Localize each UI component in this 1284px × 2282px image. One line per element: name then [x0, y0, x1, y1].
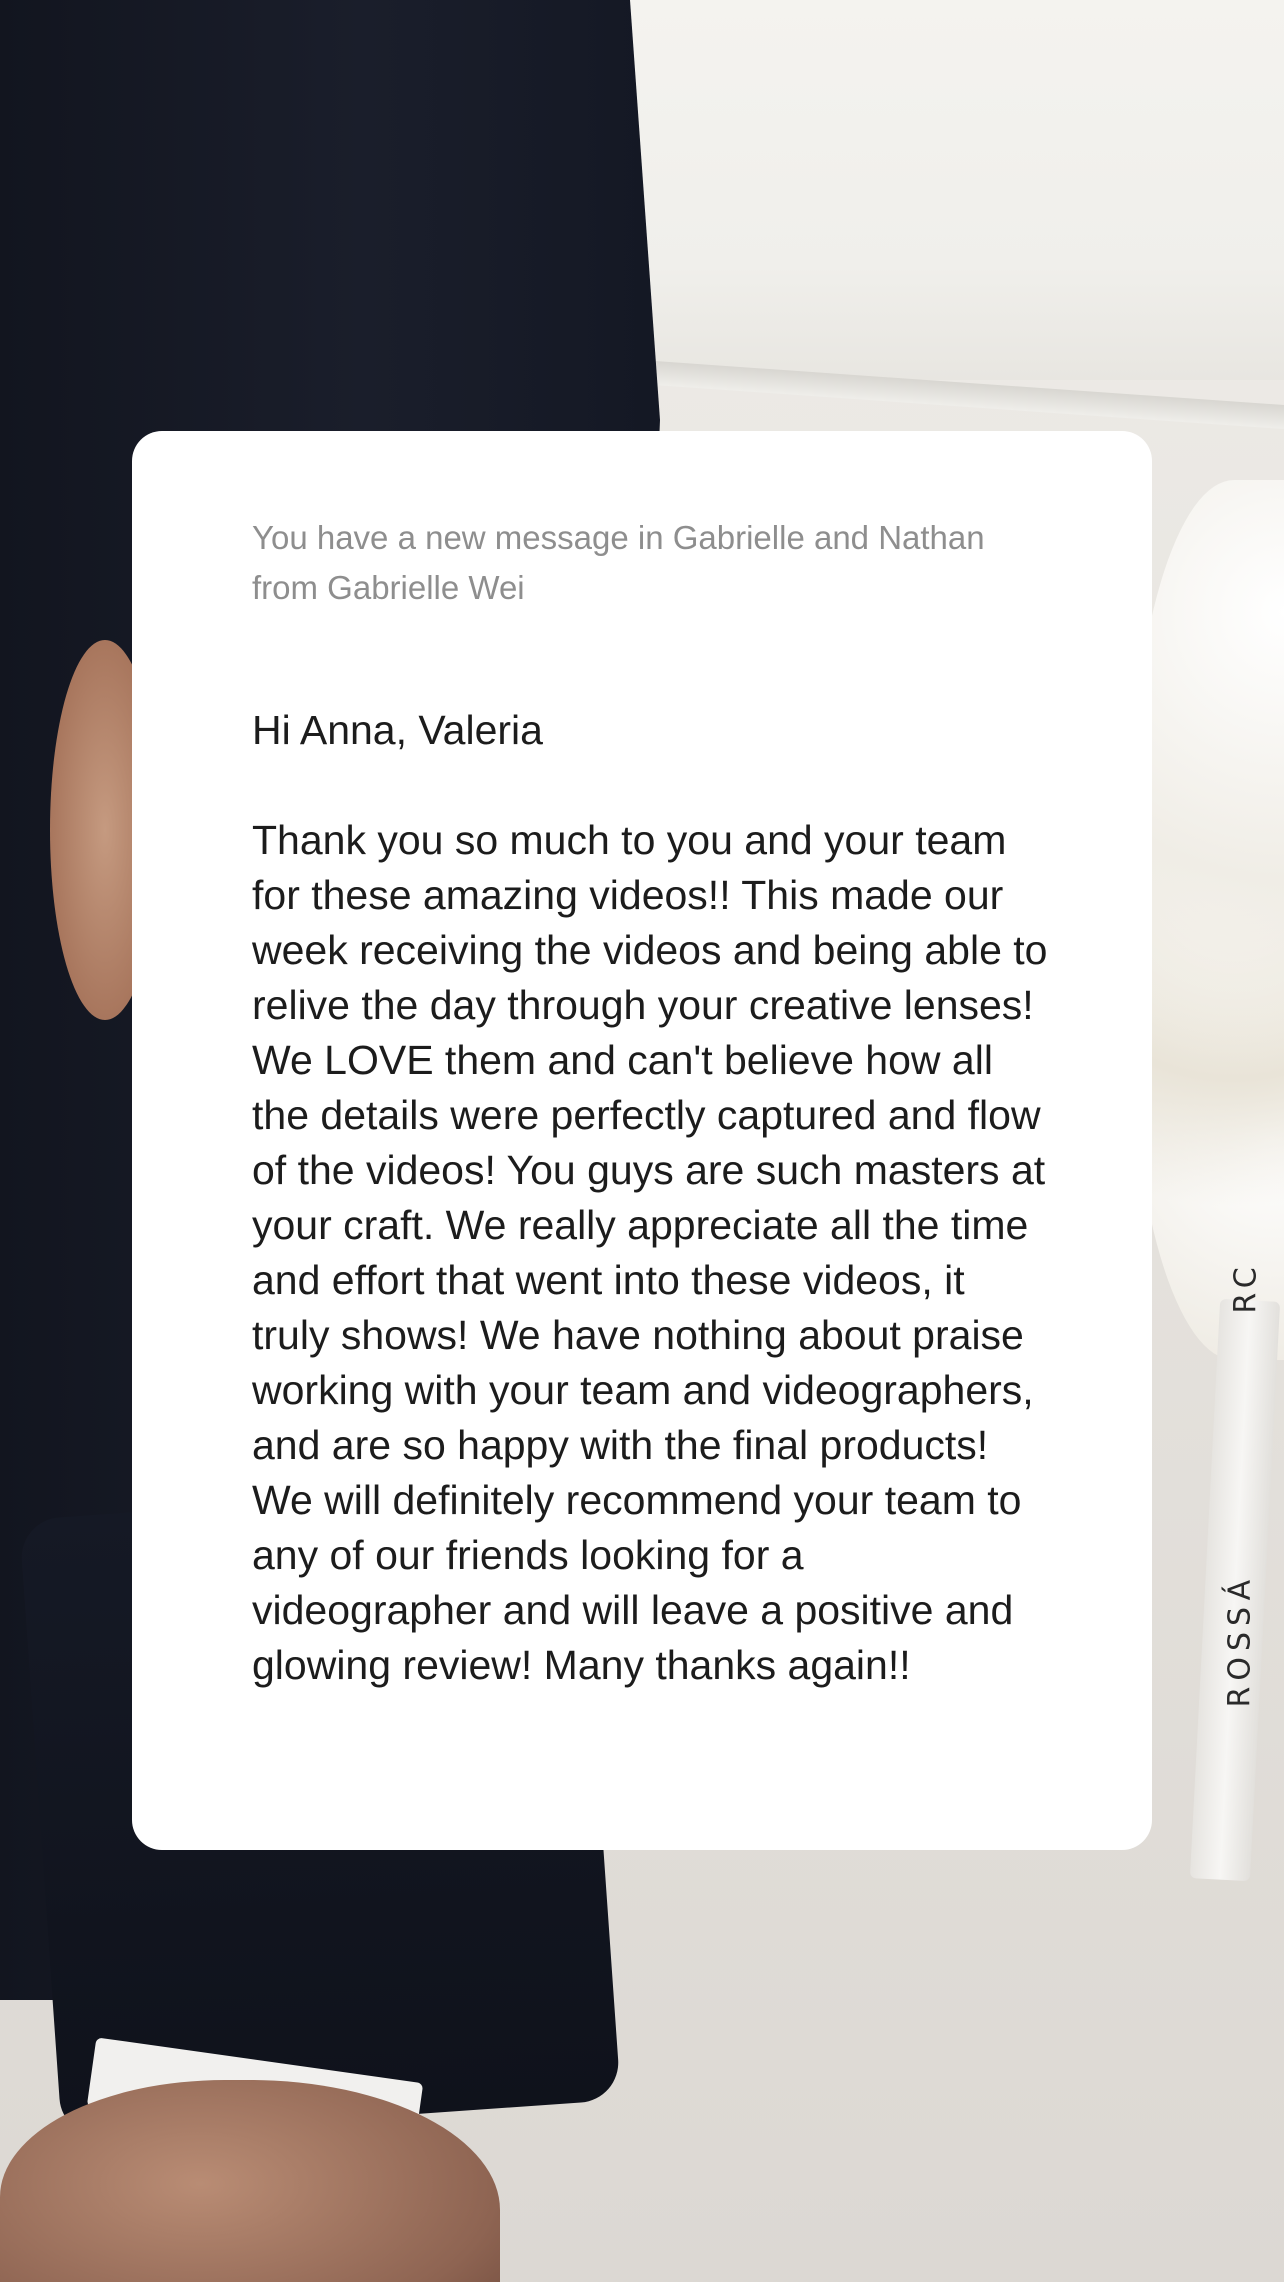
notification-text: You have a new message in Gabrielle and …	[252, 519, 985, 606]
message-greeting: Hi Anna, Valeria	[252, 707, 543, 753]
ribbon-text-partial: RC	[1228, 1261, 1264, 1314]
wedding-dress	[600, 0, 1284, 380]
message-card: You have a new message in Gabrielle and …	[132, 431, 1152, 1850]
white-rose-bouquet	[1130, 480, 1284, 1360]
ribbon-text: ROSSÁ	[1222, 1573, 1258, 1708]
message-body: Thank you so much to you and your team f…	[252, 817, 1048, 1688]
